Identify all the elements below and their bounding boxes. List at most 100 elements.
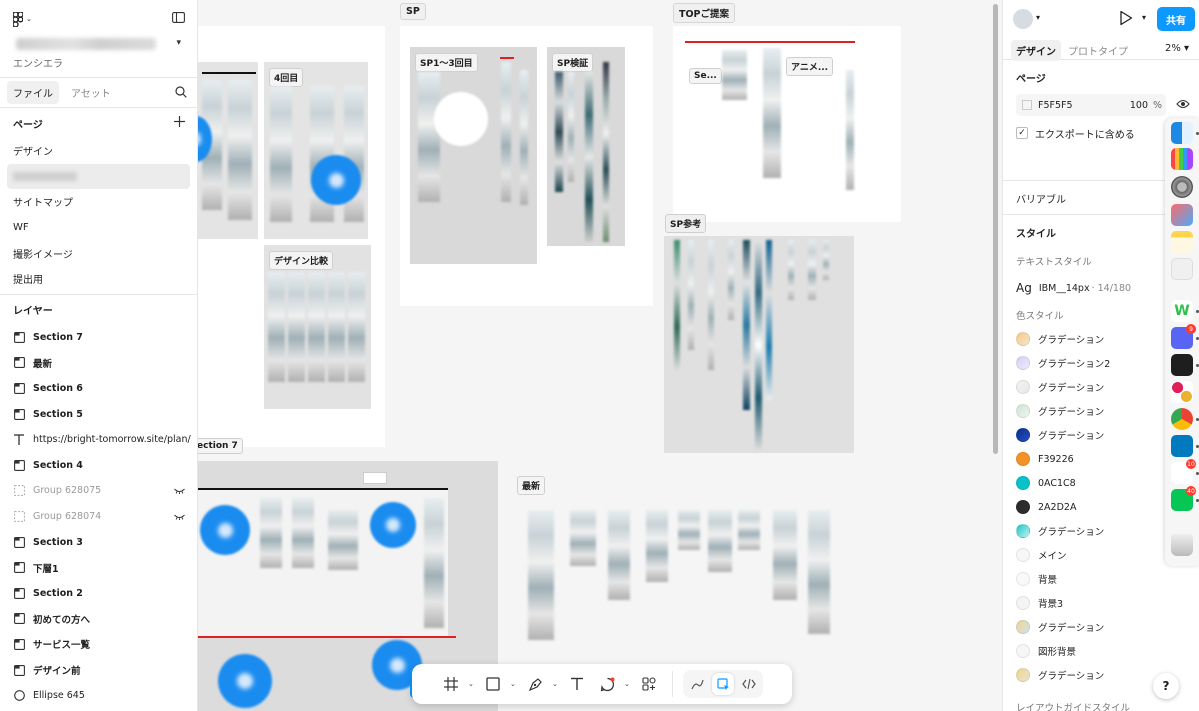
layer-item[interactable]: Section 6 bbox=[0, 376, 197, 402]
layer-item[interactable]: 下層1 bbox=[0, 555, 197, 581]
launchpad-icon[interactable] bbox=[1171, 148, 1193, 170]
page-item-sitemap[interactable]: サイトマップ bbox=[7, 189, 190, 215]
label-se[interactable]: Se... bbox=[689, 68, 722, 84]
layer-item[interactable]: Section 7 bbox=[0, 325, 197, 351]
label-latest[interactable]: 最新 bbox=[517, 476, 546, 495]
frame-tool-button[interactable] bbox=[438, 671, 464, 697]
visibility-toggle[interactable] bbox=[1176, 99, 1190, 112]
background-hex[interactable]: F5F5F5 bbox=[1038, 100, 1073, 111]
layer-item[interactable]: 初めての方へ bbox=[0, 606, 197, 632]
layer-item[interactable]: サービス一覧 bbox=[0, 632, 197, 658]
iphone-mirroring-icon[interactable] bbox=[1171, 204, 1193, 226]
chevron-down-icon[interactable]: ⌄ bbox=[624, 680, 632, 688]
label-sp-1-3[interactable]: SP1〜3回目 bbox=[415, 53, 478, 72]
color-swatch bbox=[1016, 332, 1030, 346]
label-anime[interactable]: アニメ... bbox=[786, 57, 834, 76]
present-button[interactable] bbox=[1119, 10, 1133, 29]
dev-mode-button[interactable] bbox=[738, 673, 760, 695]
tab-assets[interactable]: アセット bbox=[65, 81, 117, 104]
actions-button[interactable] bbox=[636, 671, 662, 697]
chevron-down-icon[interactable]: ⌄ bbox=[510, 680, 518, 688]
avatar[interactable] bbox=[1013, 9, 1033, 29]
layer-label: 最新 bbox=[33, 358, 53, 370]
color-style-item[interactable]: グラデーション bbox=[1003, 615, 1199, 639]
label-4th[interactable]: 4回目 bbox=[269, 68, 304, 87]
section-label-top-proposal[interactable]: TOPご提案 bbox=[673, 3, 736, 23]
color-swatch[interactable] bbox=[1022, 100, 1032, 110]
draw-mode-button[interactable] bbox=[686, 673, 708, 695]
tab-design[interactable]: デザイン bbox=[1011, 40, 1061, 61]
figma-menu-button[interactable]: ⌄ bbox=[13, 11, 35, 27]
notes-icon[interactable] bbox=[1171, 231, 1193, 253]
system-settings-icon[interactable] bbox=[1171, 176, 1193, 198]
chevron-down-icon[interactable]: ▾ bbox=[1142, 13, 1146, 22]
draw-icon bbox=[690, 679, 704, 689]
chevron-down-icon[interactable]: ▾ bbox=[1036, 13, 1040, 22]
slack-like-icon[interactable] bbox=[1171, 381, 1193, 403]
tab-file[interactable]: ファイル bbox=[7, 81, 59, 104]
chevron-down-icon[interactable]: ⌄ bbox=[552, 680, 560, 688]
chevron-down-icon[interactable]: ⌄ bbox=[468, 680, 476, 688]
search-button[interactable] bbox=[175, 86, 187, 101]
export-checkbox[interactable]: ✓ bbox=[1016, 127, 1028, 139]
background-color-field[interactable]: F5F5F5 100 % bbox=[1016, 94, 1166, 116]
hidden-eye-icon[interactable] bbox=[174, 486, 185, 497]
layer-item[interactable]: 最新 bbox=[0, 350, 197, 376]
layer-item[interactable]: Group 628074 bbox=[0, 504, 197, 530]
page-item-current[interactable] bbox=[7, 163, 190, 190]
line-icon[interactable]: 40 bbox=[1171, 486, 1196, 511]
share-button[interactable]: 共有 bbox=[1157, 7, 1195, 31]
label-section-7[interactable]: ection 7 bbox=[198, 438, 243, 454]
white-circle-shape bbox=[434, 92, 488, 146]
layer-item[interactable]: デザイン前 bbox=[0, 657, 197, 683]
pen-tool-button[interactable] bbox=[522, 671, 548, 697]
trash-icon[interactable] bbox=[1171, 534, 1193, 556]
file-name-blurred[interactable] bbox=[16, 38, 156, 50]
color-style-item[interactable]: 背景3 bbox=[1003, 591, 1199, 615]
trello-icon[interactable] bbox=[1171, 435, 1193, 457]
label-sp-ref[interactable]: SP参考 bbox=[665, 214, 707, 233]
page-item-photo[interactable]: 撮影イメージ bbox=[7, 240, 190, 266]
finder-icon[interactable] bbox=[1171, 122, 1193, 144]
canvas[interactable]: 4回目 デザイン比較 SP SP1〜3回目 SP検証 TOPご提案 Se... … bbox=[198, 0, 1002, 711]
layer-item[interactable]: Group 628075 bbox=[0, 478, 197, 504]
layer-item[interactable]: Section 5 bbox=[0, 401, 197, 427]
thumbnail bbox=[728, 240, 734, 320]
tab-prototype[interactable]: プロトタイプ bbox=[1063, 40, 1133, 61]
background-opacity[interactable]: 100 bbox=[1130, 100, 1148, 111]
sidebar-toggle-button[interactable] bbox=[172, 12, 185, 26]
page-item-design[interactable]: デザイン bbox=[7, 138, 190, 164]
text-tool-button[interactable] bbox=[564, 671, 590, 697]
add-page-button[interactable] bbox=[174, 116, 185, 130]
layer-item[interactable]: Section 4 bbox=[0, 453, 197, 479]
chevron-down-icon[interactable]: ▾ bbox=[176, 38, 181, 48]
discord-icon[interactable]: 9 bbox=[1171, 324, 1196, 349]
color-style-item[interactable]: 図形背景 bbox=[1003, 639, 1199, 663]
page-item-submission[interactable]: 提出用 bbox=[7, 266, 190, 292]
search-icon bbox=[175, 86, 187, 98]
canvas-scrollbar[interactable] bbox=[993, 4, 998, 454]
layer-item[interactable]: https://bright-tomorrow.site/plan/ bbox=[0, 427, 197, 453]
zoom-level[interactable]: 2% ▾ bbox=[1165, 43, 1189, 54]
label-sp-verify[interactable]: SP検証 bbox=[552, 53, 594, 72]
help-button[interactable]: ? bbox=[1153, 673, 1179, 699]
app-icon[interactable] bbox=[1171, 258, 1193, 280]
label-design-compare[interactable]: デザイン比較 bbox=[269, 251, 334, 270]
chrome-icon[interactable] bbox=[1171, 408, 1193, 430]
figma-app-icon[interactable] bbox=[1171, 354, 1193, 376]
layer-item[interactable]: Ellipse 645 bbox=[0, 683, 197, 709]
thumbnail bbox=[646, 510, 668, 582]
design-mode-button[interactable] bbox=[712, 673, 734, 695]
layer-item[interactable]: Section 3 bbox=[0, 529, 197, 555]
hidden-eye-icon[interactable] bbox=[174, 512, 185, 523]
color-style-item[interactable]: 背景 bbox=[1003, 567, 1199, 591]
layer-label: Section 4 bbox=[33, 459, 83, 471]
page-item-wf[interactable]: WF bbox=[7, 215, 190, 241]
frame-top-proposal[interactable] bbox=[673, 26, 901, 222]
rectangle-tool-button[interactable] bbox=[480, 671, 506, 697]
layer-item[interactable]: Section 2 bbox=[0, 581, 197, 607]
webflow-icon[interactable]: W bbox=[1171, 300, 1193, 322]
slack-icon[interactable]: 10 bbox=[1171, 459, 1196, 484]
comment-tool-button[interactable] bbox=[594, 671, 620, 697]
section-label-sp[interactable]: SP bbox=[400, 3, 426, 20]
